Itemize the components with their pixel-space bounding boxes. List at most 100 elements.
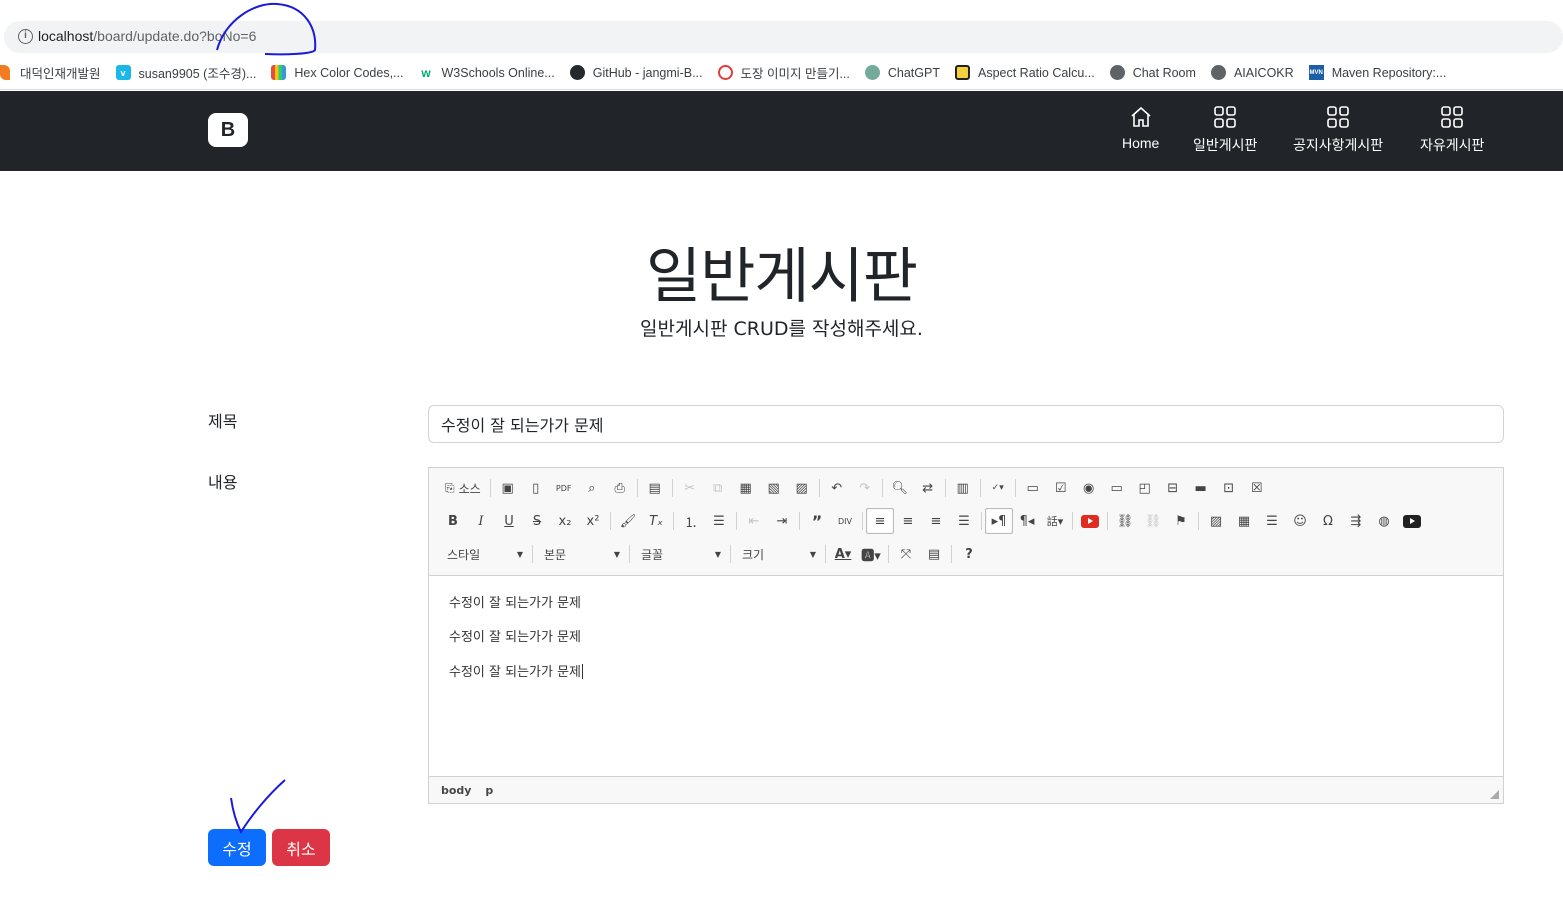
nav-item-home[interactable]: Home: [1122, 105, 1159, 151]
bookmark-6[interactable]: ChatGPT: [864, 65, 940, 80]
bg-color-icon[interactable]: 🅰︎▾: [857, 541, 885, 567]
spellcheck-icon[interactable]: ✓▾: [984, 475, 1012, 501]
copy-icon[interactable]: ⧉: [704, 475, 732, 501]
form-icon[interactable]: ▭: [1019, 475, 1047, 501]
source-button[interactable]: ⎘ 소스: [439, 475, 487, 501]
bookmark-label: ChatGPT: [887, 65, 940, 80]
smiley-icon[interactable]: ☺: [1286, 508, 1314, 534]
bookmark-4[interactable]: GitHub - jangmi-B...: [569, 65, 703, 80]
italic-icon[interactable]: I: [467, 508, 495, 534]
style-combo[interactable]: 스타일 ▼: [439, 541, 529, 567]
text-direction-rtl-icon[interactable]: ¶◂: [1013, 508, 1041, 534]
replace-icon[interactable]: ⇄: [914, 475, 942, 501]
link-icon[interactable]: ⛓: [1111, 508, 1139, 534]
preview-icon[interactable]: ⌕: [578, 475, 606, 501]
title-input[interactable]: [428, 405, 1504, 443]
table-icon[interactable]: ▦: [1230, 508, 1258, 534]
cancel-button[interactable]: 취소: [272, 829, 330, 866]
brand-logo[interactable]: B: [208, 113, 248, 147]
show-blocks-icon[interactable]: ▤: [920, 541, 948, 567]
bookmark-5[interactable]: 도장 이미지 만들기...: [717, 63, 850, 82]
bookmark-7[interactable]: Aspect Ratio Calcu...: [954, 65, 1095, 80]
youtube-icon[interactable]: [1076, 508, 1104, 534]
grid-icon: [1214, 106, 1237, 128]
checkbox-icon[interactable]: ☑: [1047, 475, 1075, 501]
video-icon[interactable]: [1398, 508, 1426, 534]
bookmark-10[interactable]: MVN Maven Repository:...: [1308, 65, 1446, 80]
align-center-icon[interactable]: ≡: [894, 508, 922, 534]
image-button-icon[interactable]: ⊡: [1215, 475, 1243, 501]
nav-label: 일반게시판: [1193, 137, 1258, 153]
special-char-icon[interactable]: Ω: [1314, 508, 1342, 534]
align-right-icon[interactable]: ≡: [922, 508, 950, 534]
language-icon[interactable]: 話▾: [1041, 508, 1069, 534]
align-justify-icon[interactable]: ☰: [950, 508, 978, 534]
bookmark-8[interactable]: Chat Room: [1109, 65, 1196, 80]
bookmark-3[interactable]: w W3Schools Online...: [418, 65, 554, 80]
copy-format-icon[interactable]: 🖌︎: [614, 508, 642, 534]
textfield-icon[interactable]: ▭: [1103, 475, 1131, 501]
iframe-icon[interactable]: ◍: [1370, 508, 1398, 534]
path-element-body[interactable]: body: [441, 784, 471, 797]
export-pdf-icon[interactable]: PDF: [550, 475, 578, 501]
undo-icon[interactable]: ↶: [823, 475, 851, 501]
resize-handle-icon[interactable]: [1490, 790, 1499, 799]
paste-text-icon[interactable]: ▧: [760, 475, 788, 501]
bookmark-9[interactable]: AIAICOKR: [1210, 65, 1294, 80]
format-combo[interactable]: 본문 ▼: [536, 541, 626, 567]
page-break-icon[interactable]: ⇶: [1342, 508, 1370, 534]
horizontal-line-icon[interactable]: ☰: [1258, 508, 1286, 534]
text-color-icon[interactable]: A▾: [829, 541, 857, 567]
paste-word-icon[interactable]: ▨: [788, 475, 816, 501]
blockquote-icon[interactable]: ”: [803, 508, 831, 534]
hidden-field-icon[interactable]: ☒: [1243, 475, 1271, 501]
url-text[interactable]: localhost/board/update.do?boNo=6: [38, 28, 256, 44]
site-info-icon[interactable]: i: [18, 29, 33, 44]
div-container-icon[interactable]: DIV: [831, 508, 859, 534]
textarea-icon[interactable]: ◰: [1131, 475, 1159, 501]
paste-icon[interactable]: ▦: [732, 475, 760, 501]
help-icon[interactable]: ?: [955, 541, 983, 567]
update-button[interactable]: 수정: [208, 829, 266, 866]
bold-icon[interactable]: B: [439, 508, 467, 534]
bulleted-list-icon[interactable]: ☰: [705, 508, 733, 534]
anchor-icon[interactable]: ⚑: [1167, 508, 1195, 534]
templates-icon[interactable]: ▤: [641, 475, 669, 501]
path-element-p[interactable]: p: [485, 784, 493, 797]
outdent-icon[interactable]: ⇤: [740, 508, 768, 534]
text-direction-ltr-icon[interactable]: ▸¶: [985, 508, 1013, 534]
button-field-icon[interactable]: ▬: [1187, 475, 1215, 501]
nav-item-free-board[interactable]: 자유게시판: [1420, 105, 1484, 155]
new-page-icon[interactable]: ▯: [522, 475, 550, 501]
nav-item-board[interactable]: 일반게시판: [1193, 105, 1257, 155]
font-combo[interactable]: 글꼴 ▼: [633, 541, 727, 567]
url-field[interactable]: i localhost/board/update.do?boNo=6: [4, 21, 1563, 53]
editor-path-bar: body p: [429, 776, 1503, 803]
superscript-icon[interactable]: x²: [579, 508, 607, 534]
save-icon[interactable]: ▣: [494, 475, 522, 501]
size-combo[interactable]: 크기 ▼: [734, 541, 822, 567]
print-icon[interactable]: ⎙: [606, 475, 634, 501]
image-icon[interactable]: ▨: [1202, 508, 1230, 534]
strikethrough-icon[interactable]: S: [523, 508, 551, 534]
nav-item-notice[interactable]: 공지사항게시판: [1293, 105, 1383, 155]
bookmark-0[interactable]: 대덕인재개발원: [0, 63, 101, 82]
editor-content[interactable]: 수정이 잘 되는가가 문제 수정이 잘 되는가가 문제 수정이 잘 되는가가 문…: [429, 576, 1503, 776]
numbered-list-icon[interactable]: ⒈: [677, 508, 705, 534]
find-icon[interactable]: 🔍︎: [886, 475, 914, 501]
cut-icon[interactable]: ✂: [676, 475, 704, 501]
bookmark-1[interactable]: v susan9905 (조수경)...: [115, 63, 256, 82]
maximize-icon[interactable]: ⤧: [892, 541, 920, 567]
underline-icon[interactable]: U: [495, 508, 523, 534]
bookmark-label: Chat Room: [1132, 65, 1196, 80]
radio-icon[interactable]: ◉: [1075, 475, 1103, 501]
subscript-icon[interactable]: x₂: [551, 508, 579, 534]
select-all-icon[interactable]: ▥: [949, 475, 977, 501]
bookmark-2[interactable]: Hex Color Codes,...: [271, 65, 403, 80]
select-field-icon[interactable]: ⊟: [1159, 475, 1187, 501]
indent-icon[interactable]: ⇥: [768, 508, 796, 534]
redo-icon[interactable]: ↷: [851, 475, 879, 501]
remove-format-icon[interactable]: Tₓ: [642, 508, 670, 534]
align-left-icon[interactable]: ≡: [866, 508, 894, 534]
unlink-icon[interactable]: ⛓: [1139, 508, 1167, 534]
